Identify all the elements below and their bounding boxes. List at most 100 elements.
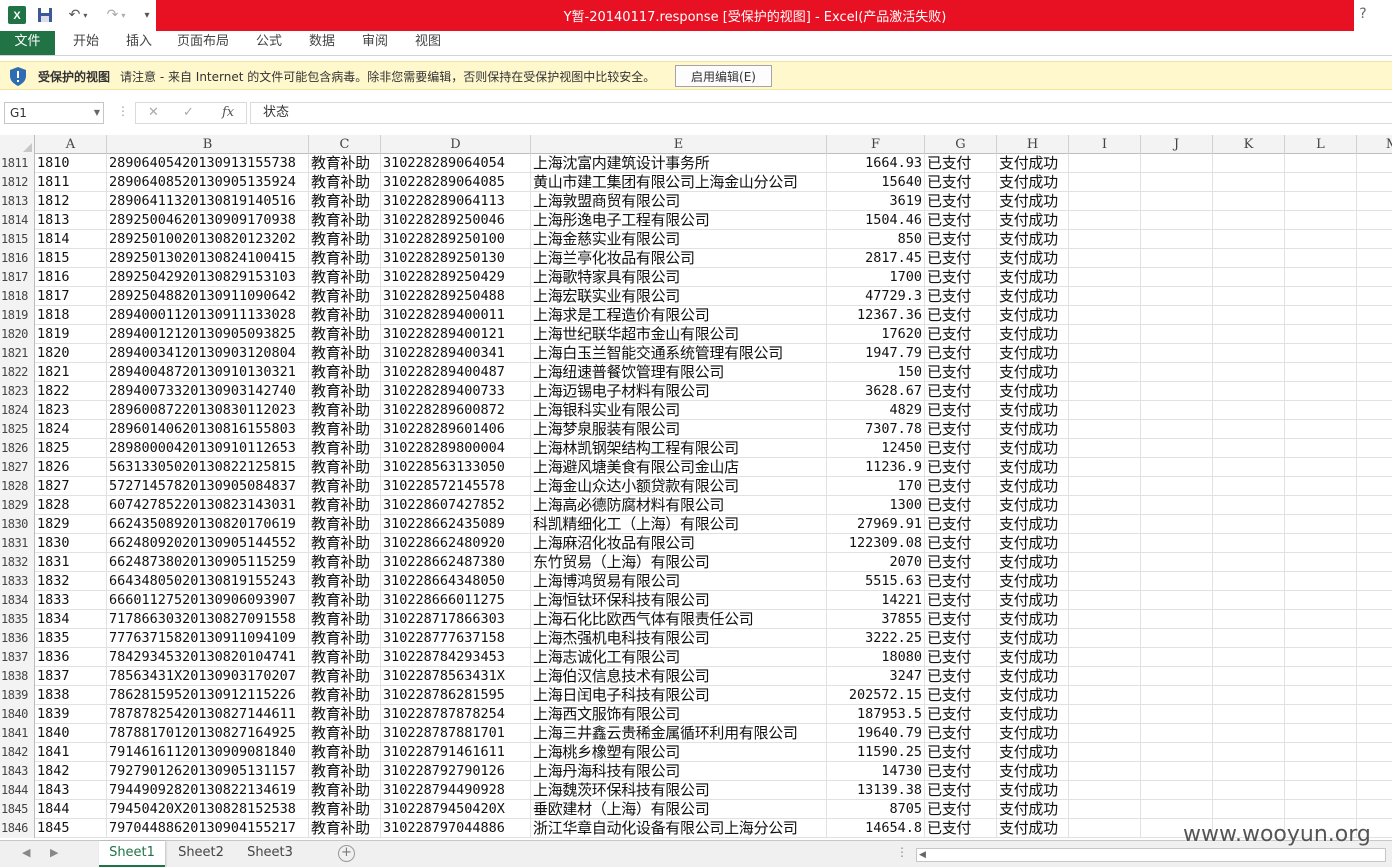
scroll-left-arrow-icon[interactable]: ◀ [919, 849, 926, 861]
empty-cell[interactable] [1141, 686, 1213, 705]
row-header[interactable]: 1830 [0, 515, 35, 534]
cell-d[interactable]: 310228797044886 [381, 819, 531, 838]
empty-cell[interactable] [1357, 192, 1392, 211]
cell-b[interactable]: 28960140620130816155803 [107, 420, 309, 439]
enable-editing-button[interactable]: 启用编辑(E) [675, 65, 772, 87]
empty-cell[interactable] [1069, 211, 1141, 230]
empty-cell[interactable] [1213, 572, 1285, 591]
empty-cell[interactable] [1069, 648, 1141, 667]
cell-f[interactable]: 14221 [827, 591, 925, 610]
cell-g[interactable]: 已支付 [925, 762, 997, 781]
empty-cell[interactable] [1141, 287, 1213, 306]
column-header-d[interactable]: D [381, 135, 531, 154]
cell-d[interactable]: 310228664348050 [381, 572, 531, 591]
empty-cell[interactable] [1213, 306, 1285, 325]
cell-f[interactable]: 14730 [827, 762, 925, 781]
empty-cell[interactable] [1213, 724, 1285, 743]
column-header-f[interactable]: F [827, 135, 925, 154]
cell-d[interactable]: 310228289400011 [381, 306, 531, 325]
empty-cell[interactable] [1213, 382, 1285, 401]
cell-e[interactable]: 上海丹海科技有限公司 [531, 762, 827, 781]
empty-cell[interactable] [1213, 781, 1285, 800]
cell-g[interactable]: 已支付 [925, 686, 997, 705]
cell-d[interactable]: 310228662487380 [381, 553, 531, 572]
row-header[interactable]: 1841 [0, 724, 35, 743]
empty-cell[interactable] [1213, 686, 1285, 705]
cell-d[interactable]: 310228563133050 [381, 458, 531, 477]
empty-cell[interactable] [1357, 553, 1392, 572]
cell-e[interactable]: 上海银科实业有限公司 [531, 401, 827, 420]
empty-cell[interactable] [1357, 667, 1392, 686]
cell-h[interactable]: 支付成功 [997, 819, 1069, 838]
cell-a[interactable]: 1816 [35, 268, 107, 287]
cell-e[interactable]: 上海彤逸电子工程有限公司 [531, 211, 827, 230]
cell-h[interactable]: 支付成功 [997, 249, 1069, 268]
empty-cell[interactable] [1285, 515, 1357, 534]
empty-cell[interactable] [1213, 458, 1285, 477]
cell-c[interactable]: 教育补助 [309, 762, 381, 781]
select-all-button[interactable] [0, 135, 35, 154]
cell-h[interactable]: 支付成功 [997, 648, 1069, 667]
worksheet-grid[interactable]: A B C D E F G H I J K L M 18111810289064… [0, 135, 1392, 839]
cell-a[interactable]: 1838 [35, 686, 107, 705]
empty-cell[interactable] [1141, 705, 1213, 724]
cell-h[interactable]: 支付成功 [997, 458, 1069, 477]
row-header[interactable]: 1831 [0, 534, 35, 553]
empty-cell[interactable] [1357, 439, 1392, 458]
cell-e[interactable]: 上海麻沼化妆品有限公司 [531, 534, 827, 553]
cell-d[interactable]: 310228787878254 [381, 705, 531, 724]
cell-a[interactable]: 1812 [35, 192, 107, 211]
empty-cell[interactable] [1357, 401, 1392, 420]
cell-c[interactable]: 教育补助 [309, 610, 381, 629]
cell-f[interactable]: 11590.25 [827, 743, 925, 762]
row-header[interactable]: 1834 [0, 591, 35, 610]
cell-a[interactable]: 1826 [35, 458, 107, 477]
cell-e[interactable]: 上海恒钛环保科技有限公司 [531, 591, 827, 610]
empty-cell[interactable] [1069, 572, 1141, 591]
cell-h[interactable]: 支付成功 [997, 306, 1069, 325]
empty-cell[interactable] [1213, 211, 1285, 230]
empty-cell[interactable] [1069, 477, 1141, 496]
cell-g[interactable]: 已支付 [925, 154, 997, 173]
cell-a[interactable]: 1842 [35, 762, 107, 781]
empty-cell[interactable] [1141, 515, 1213, 534]
cell-f[interactable]: 2070 [827, 553, 925, 572]
column-header-l[interactable]: L [1285, 135, 1357, 154]
cell-f[interactable]: 15640 [827, 173, 925, 192]
cell-a[interactable]: 1817 [35, 287, 107, 306]
cell-e[interactable]: 上海志诚化工有限公司 [531, 648, 827, 667]
cell-a[interactable]: 1814 [35, 230, 107, 249]
cell-g[interactable]: 已支付 [925, 515, 997, 534]
empty-cell[interactable] [1141, 629, 1213, 648]
cell-b[interactable]: 28925004620130909170938 [107, 211, 309, 230]
empty-cell[interactable] [1285, 743, 1357, 762]
empty-cell[interactable] [1213, 743, 1285, 762]
cell-b[interactable]: 78429345320130820104741 [107, 648, 309, 667]
cell-h[interactable]: 支付成功 [997, 705, 1069, 724]
cell-c[interactable]: 教育补助 [309, 211, 381, 230]
cell-f[interactable]: 27969.91 [827, 515, 925, 534]
row-header[interactable]: 1817 [0, 268, 35, 287]
empty-cell[interactable] [1285, 724, 1357, 743]
cell-g[interactable]: 已支付 [925, 496, 997, 515]
sheet-tab-2[interactable]: Sheet2 [168, 841, 234, 867]
cell-g[interactable]: 已支付 [925, 173, 997, 192]
cell-c[interactable]: 教育补助 [309, 591, 381, 610]
cell-h[interactable]: 支付成功 [997, 363, 1069, 382]
cell-f[interactable]: 150 [827, 363, 925, 382]
cell-g[interactable]: 已支付 [925, 553, 997, 572]
empty-cell[interactable] [1213, 325, 1285, 344]
cell-d[interactable]: 310228666011275 [381, 591, 531, 610]
cell-e[interactable]: 垂欧建材（上海）有限公司 [531, 800, 827, 819]
empty-cell[interactable] [1141, 230, 1213, 249]
empty-cell[interactable] [1213, 268, 1285, 287]
cell-h[interactable]: 支付成功 [997, 553, 1069, 572]
empty-cell[interactable] [1069, 249, 1141, 268]
cell-e[interactable]: 科凯精细化工（上海）有限公司 [531, 515, 827, 534]
empty-cell[interactable] [1285, 553, 1357, 572]
cell-b[interactable]: 28906408520130905135924 [107, 173, 309, 192]
cell-e[interactable]: 上海纽速普餐饮管理有限公司 [531, 363, 827, 382]
empty-cell[interactable] [1357, 591, 1392, 610]
empty-cell[interactable] [1213, 591, 1285, 610]
empty-cell[interactable] [1141, 572, 1213, 591]
